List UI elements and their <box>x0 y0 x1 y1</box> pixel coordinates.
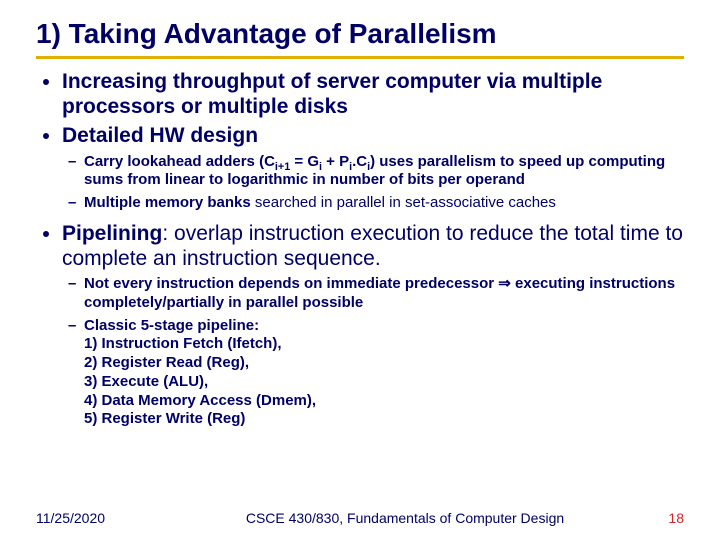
pipeline-stage-5: 5) Register Write (Reg) <box>84 410 245 427</box>
bullet-text: Increasing throughput of server computer… <box>62 70 602 118</box>
bullet-throughput: Increasing throughput of server computer… <box>62 69 684 119</box>
slide: 1) Taking Advantage of Parallelism Incre… <box>0 0 720 540</box>
footer-course: CSCE 430/830, Fundamentals of Computer D… <box>166 510 644 526</box>
formula-mid2: + P <box>322 153 349 170</box>
mmb-rest: searched in parallel in set-associative … <box>251 194 556 211</box>
pipelining-strong: Pipelining <box>62 222 162 245</box>
formula-prefix: Carry lookahead adders (C <box>84 153 275 170</box>
mmb-strong: Multiple memory banks <box>84 194 251 211</box>
formula-mid1: = G <box>290 153 319 170</box>
bullet-hw-design: Detailed HW design Carry lookahead adder… <box>62 123 684 212</box>
sub-memory-banks: Multiple memory banks searched in parall… <box>84 194 684 213</box>
pipeline-lead: Classic 5-stage pipeline: <box>84 317 259 334</box>
footer: 11/25/2020 CSCE 430/830, Fundamentals of… <box>36 510 684 526</box>
sub-list: Carry lookahead adders (Ci+1 = Gi + Pi.C… <box>62 153 684 213</box>
pipeline-stage-1: 1) Instruction Fetch (Ifetch), <box>84 335 282 352</box>
pipeline-stage-2: 2) Register Read (Reg), <box>84 354 249 371</box>
sub-classic-pipeline: Classic 5-stage pipeline: 1) Instruction… <box>84 317 684 430</box>
pipeline-stage-4: 4) Data Memory Access (Dmem), <box>84 392 316 409</box>
footer-page: 18 <box>644 510 684 526</box>
sub-list: Not every instruction depends on immedia… <box>62 275 684 429</box>
bullet-list: Increasing throughput of server computer… <box>44 69 684 429</box>
page-title: 1) Taking Advantage of Parallelism <box>36 18 684 59</box>
formula-mid3: .C <box>352 153 367 170</box>
footer-date: 11/25/2020 <box>36 510 166 526</box>
pipeline-stage-3: 3) Execute (ALU), <box>84 373 208 390</box>
sub-not-every-instruction: Not every instruction depends on immedia… <box>84 275 684 313</box>
sub-carry-lookahead: Carry lookahead adders (Ci+1 = Gi + Pi.C… <box>84 153 684 191</box>
bullet-text: Detailed HW design <box>62 124 258 147</box>
bullet-pipelining: Pipelining: overlap instruction executio… <box>62 221 684 429</box>
